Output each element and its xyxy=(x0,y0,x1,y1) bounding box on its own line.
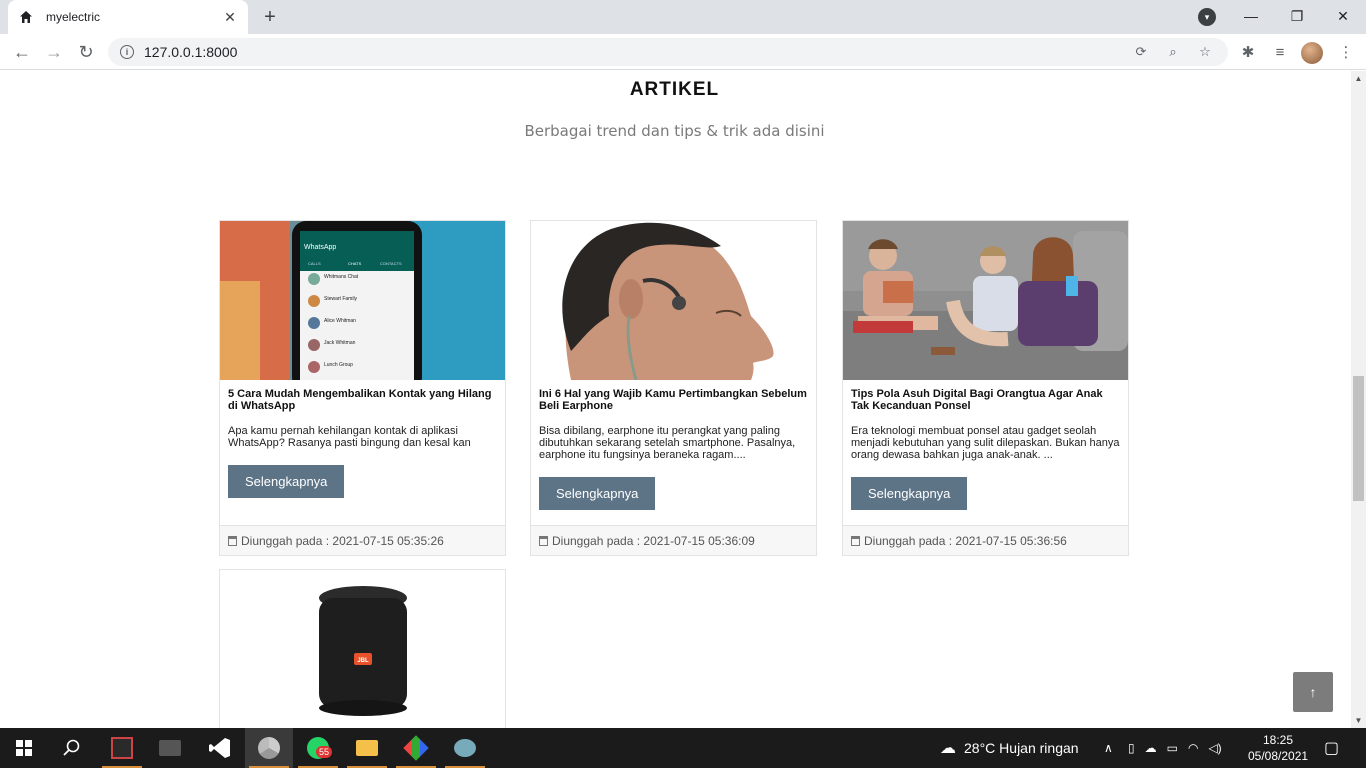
start-button[interactable] xyxy=(0,728,48,768)
calendar-icon xyxy=(539,535,548,546)
new-tab-button[interactable]: + xyxy=(258,6,282,28)
upload-date: Diunggah pada : 2021-07-15 05:35:26 xyxy=(241,533,444,548)
sublime-icon[interactable] xyxy=(392,728,440,768)
site-info-icon[interactable]: i xyxy=(120,45,134,59)
reload-icon[interactable]: ↻ xyxy=(72,38,100,66)
upload-date: Diunggah pada : 2021-07-15 05:36:56 xyxy=(864,533,1067,548)
clock-time: 18:25 xyxy=(1262,733,1294,747)
phone-app-name: WhatsApp xyxy=(304,244,336,251)
scroll-up-icon[interactable]: ▲ xyxy=(1351,71,1366,86)
browser-toolbar: ← → ↻ i 127.0.0.1:8000 ⟳ ⌕ ☆ ✱ ≡ ⋮ xyxy=(0,34,1366,70)
menu-icon[interactable]: ⋮ xyxy=(1334,40,1358,64)
tab-search-icon[interactable]: ▾ xyxy=(1198,8,1216,26)
article-excerpt: Apa kamu pernah kehilangan kontak di apl… xyxy=(228,425,471,449)
paint-icon[interactable] xyxy=(441,728,489,768)
url-text[interactable]: 127.0.0.1:8000 xyxy=(144,44,1120,60)
section-subtitle: Berbagai trend dan tips & trik ada disin… xyxy=(524,122,825,140)
windows-taskbar: 55 ☁ 28°C Hujan ringan ∧ ▯ ☁ ▭ ◠ ◁) 18:2… xyxy=(0,728,1366,768)
xampp-icon[interactable] xyxy=(98,728,146,768)
article-footer: Diunggah pada : 2021-07-15 05:36:56 xyxy=(843,525,1128,555)
article-image-whatsapp[interactable]: WhatsApp CALLS CHATS CONTACTS Whitmans C… xyxy=(220,221,505,380)
bookmark-star-icon[interactable]: ☆ xyxy=(1194,41,1216,63)
browser-tab-strip: myelectric ✕ + ▾ — ❐ ✕ xyxy=(0,0,1366,34)
article-card: Tips Pola Asuh Digital Bagi Orangtua Aga… xyxy=(842,220,1129,556)
battery-icon: ▭ xyxy=(1166,741,1178,755)
address-bar[interactable]: i 127.0.0.1:8000 ⟳ ⌕ ☆ xyxy=(108,38,1228,66)
svg-text:CALLS: CALLS xyxy=(308,261,321,266)
read-more-button[interactable]: Selengkapnya xyxy=(539,477,656,510)
svg-text:CONTACTS: CONTACTS xyxy=(380,261,402,266)
page-viewport: ARTIKEL Berbagai trend dan tips & trik a… xyxy=(0,71,1366,728)
browser-tab[interactable]: myelectric ✕ xyxy=(8,0,248,34)
back-to-top-button[interactable]: ↑ xyxy=(1293,672,1333,712)
extensions-icon[interactable]: ✱ xyxy=(1236,40,1260,64)
svg-text:Jack Whitman: Jack Whitman xyxy=(324,340,356,346)
tab-title: myelectric xyxy=(46,10,101,24)
windows-logo-icon xyxy=(16,740,32,756)
article-card: WhatsApp CALLS CHATS CONTACTS Whitmans C… xyxy=(219,220,506,556)
minimize-button[interactable]: — xyxy=(1228,0,1274,32)
notification-center-icon[interactable]: ▢ xyxy=(1324,728,1339,768)
zoom-icon[interactable]: ⌕ xyxy=(1162,41,1184,63)
system-clock[interactable]: 18:25 05/08/2021 xyxy=(1248,732,1308,764)
folder-icon[interactable] xyxy=(343,728,391,768)
home-icon xyxy=(18,9,34,25)
whatsapp-taskbar-icon[interactable]: 55 xyxy=(294,728,342,768)
weather-text: 28°C Hujan ringan xyxy=(964,740,1079,756)
read-more-button[interactable]: Selengkapnya xyxy=(228,465,345,498)
page-scrollbar[interactable]: ▲ ▼ xyxy=(1351,71,1366,728)
svg-text:CHATS: CHATS xyxy=(348,261,362,266)
search-icon[interactable] xyxy=(48,728,96,768)
close-window-button[interactable]: ✕ xyxy=(1320,0,1366,32)
upload-date: Diunggah pada : 2021-07-15 05:36:09 xyxy=(552,533,755,548)
calendar-icon xyxy=(851,535,860,546)
wifi-icon: ◠ xyxy=(1187,741,1199,755)
media-control-icon[interactable]: ≡ xyxy=(1268,40,1292,64)
onedrive-icon: ☁ xyxy=(1144,741,1157,755)
article-image-earphone[interactable] xyxy=(531,221,816,380)
article-footer: Diunggah pada : 2021-07-15 05:35:26 xyxy=(220,525,505,555)
calendar-icon xyxy=(228,535,237,546)
article-card: JBL xyxy=(219,569,506,728)
weather-widget[interactable]: ☁ 28°C Hujan ringan xyxy=(940,728,1079,768)
scroll-thumb[interactable] xyxy=(1353,376,1364,501)
tab-close-icon[interactable]: ✕ xyxy=(222,9,238,26)
device-icon: ▯ xyxy=(1128,741,1135,755)
file-explorer-icon[interactable] xyxy=(146,728,194,768)
article-image-speaker[interactable]: JBL xyxy=(220,570,505,728)
translate-icon[interactable]: ⟳ xyxy=(1130,41,1152,63)
article-title[interactable]: 5 Cara Mudah Mengembalikan Kontak yang H… xyxy=(228,388,497,414)
chrome-taskbar-icon[interactable] xyxy=(245,728,293,768)
show-hidden-icons[interactable]: ∧ xyxy=(1104,728,1113,768)
svg-text:Stewart Family: Stewart Family xyxy=(324,296,358,302)
clock-date: 05/08/2021 xyxy=(1248,749,1309,763)
profile-avatar[interactable] xyxy=(1301,42,1323,64)
article-card: Ini 6 Hal yang Wajib Kamu Pertimbangkan … xyxy=(530,220,817,556)
read-more-button[interactable]: Selengkapnya xyxy=(851,477,968,510)
restore-button[interactable]: ❐ xyxy=(1274,0,1320,32)
svg-text:JBL: JBL xyxy=(357,658,369,664)
article-title[interactable]: Tips Pola Asuh Digital Bagi Orangtua Aga… xyxy=(851,388,1120,414)
article-title[interactable]: Ini 6 Hal yang Wajib Kamu Pertimbangkan … xyxy=(539,388,808,414)
back-icon[interactable]: ← xyxy=(8,38,36,66)
scroll-down-icon[interactable]: ▼ xyxy=(1351,713,1366,728)
cloud-rain-icon: ☁ xyxy=(940,740,956,757)
article-image-kids-gadgets[interactable] xyxy=(843,221,1128,380)
article-excerpt: Era teknologi membuat ponsel atau gadget… xyxy=(851,425,1120,461)
notification-badge: 55 xyxy=(316,746,333,758)
svg-text:Alice Whitman: Alice Whitman xyxy=(324,318,356,324)
section-title: ARTIKEL xyxy=(629,79,720,100)
vscode-icon[interactable] xyxy=(196,728,244,768)
article-excerpt: Bisa dibilang, earphone itu perangkat ya… xyxy=(539,425,796,461)
svg-text:Whitmans Chat: Whitmans Chat xyxy=(324,274,359,280)
volume-icon: ◁) xyxy=(1208,741,1222,755)
article-footer: Diunggah pada : 2021-07-15 05:36:09 xyxy=(531,525,816,555)
system-tray-icons[interactable]: ▯ ☁ ▭ ◠ ◁) xyxy=(1128,728,1222,768)
svg-text:Lunch Group: Lunch Group xyxy=(324,362,353,368)
forward-icon[interactable]: → xyxy=(40,38,68,66)
